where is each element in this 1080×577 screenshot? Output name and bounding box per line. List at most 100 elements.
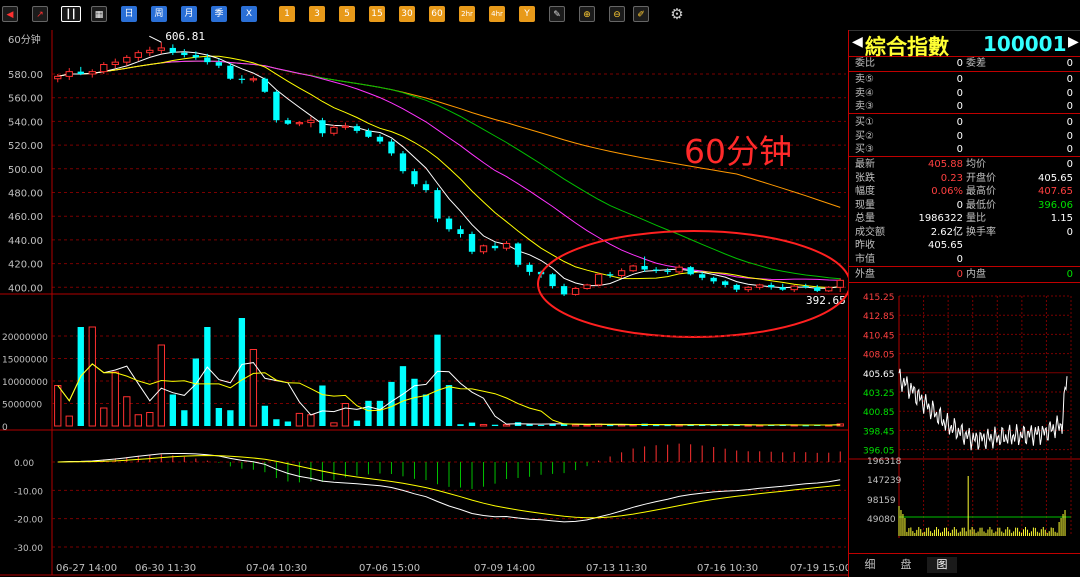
candle-body <box>261 78 269 92</box>
weibi-label: 委比 <box>855 58 875 69</box>
line-chart-icon[interactable]: ↗ <box>32 6 48 22</box>
volume-bar <box>664 425 671 427</box>
candle-body <box>204 57 211 63</box>
candle-body <box>134 52 142 58</box>
tab-chart[interactable]: 图 <box>927 557 957 573</box>
candle-body <box>146 49 154 54</box>
volume-bar <box>192 358 200 426</box>
calendar-icon[interactable]: ▦ <box>91 6 107 22</box>
volume-bar <box>249 349 258 427</box>
tab-detail[interactable]: 细 <box>855 557 885 573</box>
index-code: 100001 <box>983 32 1067 56</box>
candle-body <box>341 125 350 128</box>
period-4hr-button[interactable]: 4hr <box>489 6 505 22</box>
turnover-value: 0 <box>1066 226 1073 238</box>
candle-body <box>88 71 96 75</box>
totalvol-label: 总量 <box>855 213 875 224</box>
quote-separator <box>849 282 1080 283</box>
quote-row: 张跌 0.23 开盘价 405.65 <box>849 172 1080 186</box>
time-label: 07-04 10:30 <box>246 563 307 574</box>
amount-label: 成交额 <box>855 226 885 238</box>
bottom-tabs: 细 盘 图 <box>849 553 1080 576</box>
period-60min-button[interactable]: 60 <box>429 6 445 22</box>
weicha-label: 委差 <box>966 58 986 69</box>
intraday-price-tick: 396.05 <box>863 447 895 457</box>
tab-board[interactable]: 盘 <box>891 557 921 573</box>
period-week-button[interactable]: 周 <box>151 6 167 22</box>
candle-body <box>779 287 786 290</box>
weibi-value: 0 <box>956 58 963 69</box>
intraday-volume-tick: 98159 <box>867 496 896 506</box>
kline-chart-area[interactable]: 60分钟 580.00 560.00 540.00 520.00 500.00 480.00… <box>0 30 848 577</box>
period-2hr-button[interactable]: 2hr <box>459 6 475 22</box>
candle-body <box>744 286 752 291</box>
period-x-button[interactable]: X <box>241 6 257 22</box>
prev-arrow-icon[interactable]: ◀ <box>852 34 863 50</box>
back-arrow-icon[interactable]: ◀ <box>2 6 18 22</box>
quote-separator <box>849 113 1080 114</box>
intraday-price-tick: 408.05 <box>863 351 895 361</box>
volume-bar <box>204 327 211 426</box>
period-1min-button[interactable]: 1 <box>279 6 295 22</box>
candle-body <box>215 62 223 66</box>
volume-bar <box>502 424 511 427</box>
zoom-in-icon[interactable]: ⊕ <box>579 6 595 22</box>
candle-body <box>802 286 809 288</box>
ask-volume: 0 <box>1066 101 1073 112</box>
bid-price: 0 <box>956 144 963 155</box>
candle-body <box>514 243 522 265</box>
intraday-price-tick: 405.65 <box>863 370 895 380</box>
candle-body <box>111 61 119 66</box>
candle-body <box>698 274 706 278</box>
draw-line-icon[interactable]: ✐ <box>633 6 649 22</box>
volume-bar <box>238 318 246 426</box>
intraday-price-tick: 415.25 <box>863 293 895 303</box>
period-day-button[interactable]: 日 <box>121 6 137 22</box>
volume-bar <box>583 424 591 427</box>
zoom-out-icon[interactable]: ⊖ <box>609 6 625 22</box>
candle-body <box>571 287 580 295</box>
candle-body <box>422 184 430 191</box>
period-quarter-button[interactable]: 季 <box>211 6 227 22</box>
candlestick-chart-icon[interactable]: ┃┃ <box>61 6 81 22</box>
outer-value: 0 <box>956 269 963 280</box>
period-month-button[interactable]: 月 <box>181 6 197 22</box>
volume-tick-label: 10000000 <box>2 378 48 388</box>
quote-row: 卖④ 0 0 <box>849 87 1080 101</box>
candle-body <box>284 120 292 124</box>
kline-chart[interactable]: 60分钟 580.00 560.00 540.00 520.00 500.00 480.00… <box>0 30 848 577</box>
inner-label: 内盘 <box>966 269 986 280</box>
volume-bar <box>434 334 441 426</box>
volume-bar <box>215 408 223 426</box>
period-3min-button[interactable]: 3 <box>309 6 325 22</box>
last-label: 最新 <box>855 159 875 170</box>
avg-value: 0 <box>1066 159 1073 170</box>
quote-row: 现量 0 最低价 396.06 <box>849 199 1080 213</box>
candle-body <box>629 265 637 272</box>
period-5min-button[interactable]: 5 <box>339 6 355 22</box>
period-15min-button[interactable]: 15 <box>369 6 385 22</box>
chart-background <box>0 30 848 577</box>
candle-body <box>836 279 844 288</box>
candle-body <box>479 245 488 253</box>
quote-row: 卖⑤ 0 0 <box>849 73 1080 87</box>
edit-icon[interactable]: ✎ <box>549 6 565 22</box>
pe-value: 0 <box>956 253 963 265</box>
volume-bar <box>422 394 430 426</box>
volume-bar <box>100 407 108 427</box>
ask-level-label: 卖⑤ <box>855 74 874 85</box>
ask-price: 0 <box>956 87 963 99</box>
volume-bar <box>319 385 326 426</box>
price-tick-label: 580.00 <box>8 70 43 81</box>
period-30min-button[interactable]: 30 <box>399 6 415 22</box>
period-year-button[interactable]: Y <box>519 6 535 22</box>
candle-body <box>549 274 556 287</box>
intraday-price-tick: 403.25 <box>863 389 895 399</box>
intraday-chart[interactable]: 415.25 412.85 410.45 408.05 405.65 403.25 400.… <box>849 286 1080 552</box>
macd-tick-label: -10.00 <box>14 487 43 497</box>
volume-bar <box>169 394 176 426</box>
ask-level-label: 卖④ <box>855 87 874 99</box>
settings-gear-icon[interactable]: ⚙ <box>669 6 685 22</box>
quote-row: 市值 0 <box>849 253 1080 267</box>
next-arrow-icon[interactable]: ▶ <box>1068 34 1079 50</box>
